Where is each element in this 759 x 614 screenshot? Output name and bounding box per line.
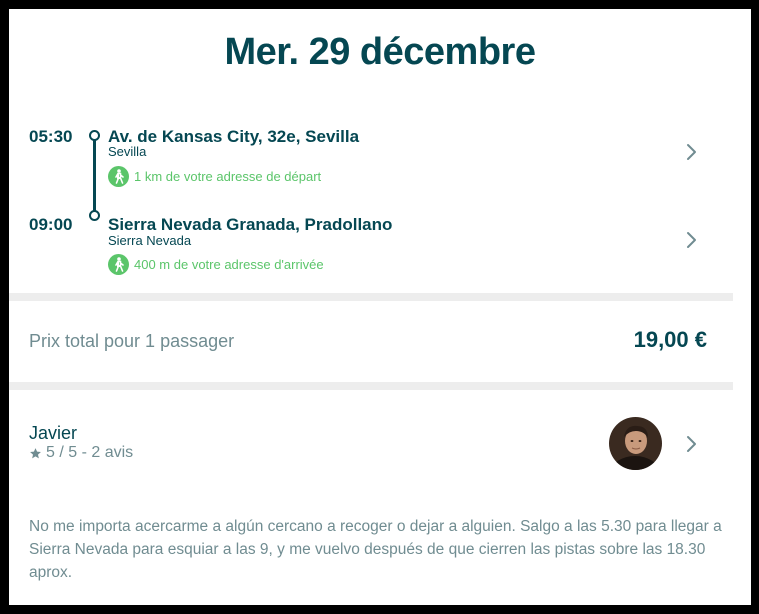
ride-details-card: Mer. 29 décembre 05:30 Av. de Kansas Cit…: [9, 9, 751, 605]
route-line: [93, 139, 96, 212]
driver-rating: 5 / 5 - 2 avis: [29, 444, 133, 462]
departure-walk-info: 1 km de votre adresse de départ: [108, 166, 321, 187]
star-icon: [30, 447, 41, 458]
departure-walk-distance: 1 km de votre adresse de départ: [134, 169, 322, 184]
page-title: Mer. 29 décembre: [224, 31, 536, 73]
arrival-walk-info: 400 m de votre adresse d'arrivée: [108, 254, 324, 275]
arrival-dot: [89, 210, 100, 221]
chevron-right-icon[interactable]: [685, 435, 699, 453]
walking-person-icon: [108, 254, 129, 275]
departure-city: Sevilla: [108, 144, 147, 159]
driver-avatar[interactable]: [609, 417, 662, 470]
section-divider: [9, 382, 733, 390]
chevron-right-icon[interactable]: [685, 231, 699, 249]
driver-description: No me importa acercarme a algún cercano …: [29, 518, 722, 581]
departure-time: 05:30: [29, 127, 73, 146]
arrival-place: Sierra Nevada Granada, Pradollano: [108, 215, 393, 234]
arrival-walk-distance: 400 m de votre adresse d'arrivée: [134, 257, 324, 272]
arrival-city: Sierra Nevada: [108, 233, 192, 248]
price-label: Prix total pour 1 passager: [29, 331, 235, 351]
rating-text: 5 / 5 - 2 avis: [46, 444, 134, 461]
driver-name: Javier: [29, 423, 78, 443]
chevron-right-icon[interactable]: [685, 143, 699, 161]
price-value: 19,00 €: [633, 327, 707, 352]
walking-person-icon: [108, 166, 129, 187]
section-divider: [9, 293, 733, 301]
arrival-time: 09:00: [29, 215, 73, 234]
